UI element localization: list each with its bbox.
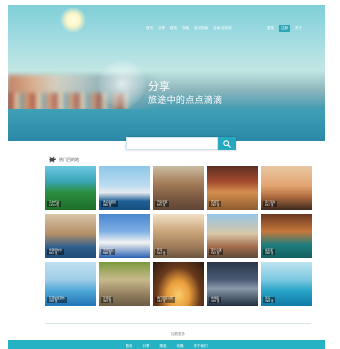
photo-meta: 476 张 [49, 299, 58, 303]
section-title: 热门目的地 [59, 156, 79, 162]
footer-link-guides[interactable]: 攻略 [177, 344, 184, 349]
photo-tile[interactable]: 西班牙 762 张 [207, 166, 258, 210]
footer-nav: 首页 分享 精选 攻略 关于我们 [8, 340, 325, 349]
photo-tile[interactable]: 圣托里尼 588 张 [99, 214, 150, 258]
photo-caption: 拱门国家公园 432 张 [155, 296, 175, 303]
photo-meta: 875 张 [157, 203, 166, 207]
photo-caption: 西班牙 762 张 [209, 200, 222, 207]
about-link[interactable]: 关于 [293, 25, 304, 32]
search-bar [126, 137, 236, 150]
photo-tile[interactable]: 罗马 543 张 [153, 214, 204, 258]
photo-caption: 瑞士小镇 512 张 [209, 248, 224, 255]
load-more-button[interactable]: 加载更多 [167, 332, 189, 336]
photo-tile[interactable]: 悉尼歌剧院 986 张 [99, 166, 150, 210]
login-link[interactable]: 登录 [265, 25, 276, 32]
load-more: 加载更多 [45, 320, 311, 339]
nav-item-share[interactable]: 分享 [158, 26, 165, 31]
photo-caption: 威尼斯 498 张 [263, 248, 276, 255]
photo-tile[interactable]: 荷兰风车 651 张 [261, 166, 312, 210]
photo-tile[interactable]: 尼亚加拉瀑布 476 张 [45, 262, 96, 306]
photo-meta: 986 张 [103, 203, 112, 207]
account-nav: 登录 注册 关于 [265, 25, 304, 32]
photo-tile[interactable]: 威尼斯 498 张 [261, 214, 312, 258]
register-link[interactable]: 注册 [279, 25, 290, 32]
nav-item-travelogues[interactable]: 游记指南 [194, 26, 208, 31]
photo-caption: 罗马 543 张 [155, 248, 168, 255]
photo-caption: 马尔代夫 1254 张 [47, 200, 62, 207]
photo-caption: 布拉格 410 张 [209, 296, 222, 303]
search-icon [223, 139, 231, 148]
nav-item-guides[interactable]: 攻略 [182, 26, 189, 31]
photo-caption: 冰岛 398 张 [263, 296, 276, 303]
photo-tile[interactable]: 冰岛 398 张 [261, 262, 312, 306]
photo-tile[interactable]: 巴塞罗那 875 张 [153, 166, 204, 210]
photo-caption: 荷兰风车 651 张 [263, 200, 278, 207]
top-nav: 首页 分享 精选 攻略 游记指南 当地·目的地 [146, 26, 232, 31]
photo-meta: 498 张 [265, 251, 274, 255]
hero-subtitle: 旅途中的点点滴滴 [148, 96, 223, 106]
turtle-icon [49, 156, 56, 163]
photo-caption: 悉尼歌剧院 986 张 [101, 200, 118, 207]
photo-caption: 巴塞罗那 875 张 [155, 200, 170, 207]
sun-glare [60, 7, 86, 33]
hero-glow [98, 60, 146, 108]
footer-link-featured[interactable]: 精选 [160, 344, 167, 349]
photo-meta: 762 张 [211, 203, 220, 207]
photo-meta: 455 张 [103, 299, 112, 303]
photo-tile[interactable]: 布拉格 410 张 [207, 262, 258, 306]
section-header: 热门目的地 [48, 156, 79, 163]
photo-meta: 543 张 [157, 251, 166, 255]
photo-meta: 604 张 [49, 251, 58, 255]
photo-meta: 512 张 [211, 251, 220, 255]
photo-caption: 圣托里尼 588 张 [101, 248, 116, 255]
nav-item-featured[interactable]: 精选 [170, 26, 177, 31]
photo-tile[interactable]: 伊斯坦布尔 604 张 [45, 214, 96, 258]
footer-link-share[interactable]: 分享 [143, 344, 150, 349]
search-input[interactable] [126, 137, 218, 150]
photo-meta: 651 张 [265, 203, 274, 207]
footer-link-about[interactable]: 关于我们 [194, 344, 208, 349]
nav-item-destinations[interactable]: 当地·目的地 [213, 26, 232, 31]
photo-caption: 尼亚加拉瀑布 476 张 [47, 296, 67, 303]
photo-meta: 398 张 [265, 299, 274, 303]
nav-item-home[interactable]: 首页 [146, 26, 153, 31]
photo-tile[interactable]: 瑞士小镇 512 张 [207, 214, 258, 258]
search-button[interactable] [218, 137, 236, 150]
photo-grid: 马尔代夫 1254 张 悉尼歌剧院 986 张 巴塞罗那 875 张 西班牙 762 张… [45, 166, 313, 306]
photo-tile[interactable]: 马尔代夫 1254 张 [45, 166, 96, 210]
photo-meta: 588 张 [103, 251, 112, 255]
photo-tile[interactable]: 拱门国家公园 432 张 [153, 262, 204, 306]
photo-caption: 吴哥窟 455 张 [101, 296, 114, 303]
photo-meta: 432 张 [157, 299, 166, 303]
page: 首页 分享 精选 攻略 游记指南 当地·目的地 登录 注册 关于 分享 旅途中的… [8, 5, 325, 349]
photo-meta: 1254 张 [49, 203, 60, 207]
hero-banner: 首页 分享 精选 攻略 游记指南 当地·目的地 登录 注册 关于 分享 旅途中的… [8, 5, 325, 141]
photo-tile[interactable]: 吴哥窟 455 张 [99, 262, 150, 306]
photo-meta: 410 张 [211, 299, 220, 303]
hero-title: 分享 [148, 80, 170, 93]
footer-link-home[interactable]: 首页 [126, 344, 133, 349]
photo-caption: 伊斯坦布尔 604 张 [47, 248, 64, 255]
